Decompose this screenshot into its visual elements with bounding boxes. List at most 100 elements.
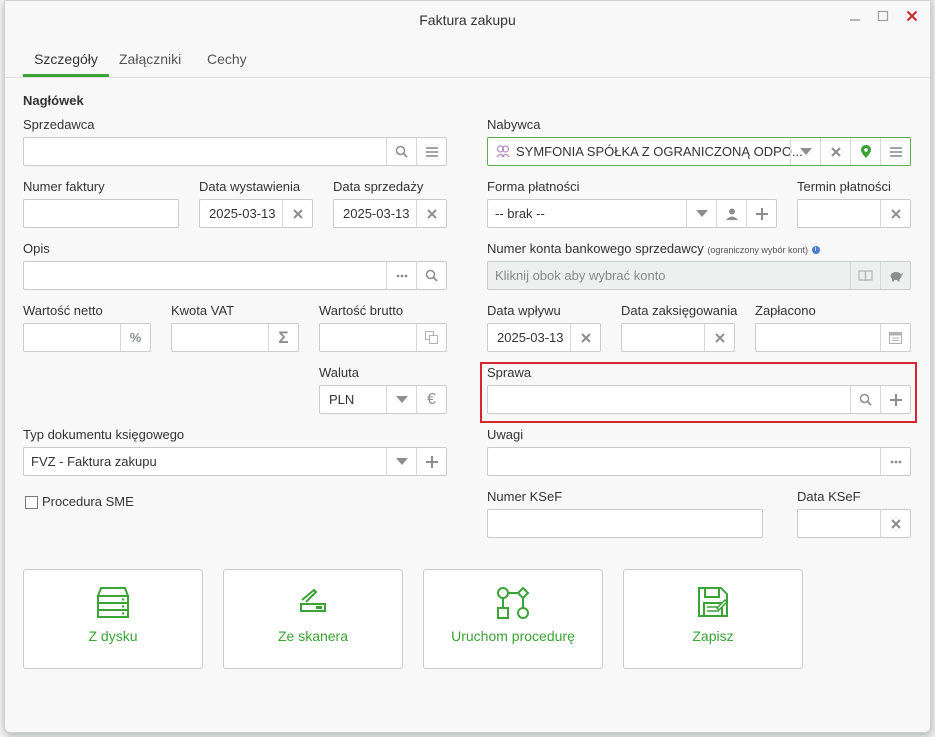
- gross-value-input[interactable]: [319, 323, 447, 352]
- piggy-bank-icon[interactable]: [880, 262, 910, 289]
- description-field[interactable]: [23, 261, 447, 290]
- save-label: Zapisz: [692, 628, 734, 644]
- tab-attachments[interactable]: Załączniki: [119, 41, 181, 77]
- calendar-icon[interactable]: [880, 324, 910, 351]
- invoice-number-label: Numer faktury: [23, 179, 105, 194]
- posting-date-label: Data zaksięgowania: [621, 303, 738, 318]
- bank-account-label-text: Numer konta bankowego sprzedawcy: [487, 241, 704, 256]
- sme-label: Procedura SME: [42, 494, 134, 509]
- save-button[interactable]: Zapisz: [623, 569, 803, 669]
- bank-account-label: Numer konta bankowego sprzedawcy (ograni…: [487, 241, 820, 256]
- from-disk-button[interactable]: Z dysku: [23, 569, 203, 669]
- from-scanner-button[interactable]: Ze skanera: [223, 569, 403, 669]
- run-procedure-button[interactable]: Uruchom procedurę: [423, 569, 603, 669]
- bank-account-note: (ograniczony wybór kont): [707, 245, 808, 255]
- doc-type-label: Typ dokumentu księgowego: [23, 427, 185, 442]
- payment-term-input[interactable]: [797, 199, 911, 228]
- net-value-input[interactable]: %: [23, 323, 151, 352]
- add-icon[interactable]: [880, 386, 910, 413]
- payment-form-value: -- brak --: [495, 206, 545, 221]
- percent-icon[interactable]: %: [120, 324, 150, 351]
- payment-form-select[interactable]: -- brak --: [487, 199, 777, 228]
- receipt-date-input[interactable]: 2025-03-13: [487, 323, 601, 352]
- issue-date-input[interactable]: 2025-03-13: [199, 199, 313, 228]
- info-icon[interactable]: i: [811, 245, 820, 254]
- clear-icon[interactable]: [704, 324, 734, 351]
- from-scanner-label: Ze skanera: [277, 628, 349, 644]
- buyer-label: Nabywca: [487, 117, 541, 132]
- calculator-icon[interactable]: [416, 324, 446, 351]
- doc-type-value: FVZ - Faktura zakupu: [31, 454, 157, 469]
- chevron-down-icon[interactable]: [686, 200, 716, 227]
- description-label: Opis: [23, 241, 50, 256]
- currency-select[interactable]: PLN €: [319, 385, 447, 414]
- clear-icon[interactable]: [570, 324, 600, 351]
- issue-date-value: 2025-03-13: [209, 206, 276, 221]
- menu-icon[interactable]: [416, 138, 446, 165]
- posting-date-input[interactable]: [621, 323, 735, 352]
- euro-icon[interactable]: €: [416, 386, 446, 413]
- person-icon[interactable]: [716, 200, 746, 227]
- flowchart-icon: [424, 586, 602, 620]
- vat-input[interactable]: Σ: [171, 323, 299, 352]
- clear-icon[interactable]: [416, 200, 446, 227]
- chevron-down-icon[interactable]: [386, 448, 416, 475]
- ksef-number-label: Numer KSeF: [487, 489, 563, 504]
- search-icon[interactable]: [416, 262, 446, 289]
- tab-features[interactable]: Cechy: [207, 41, 247, 77]
- sale-date-input[interactable]: 2025-03-13: [333, 199, 447, 228]
- buyer-field[interactable]: SYMFONIA SPÓŁKA Z OGRANICZONĄ ODPO...: [487, 137, 911, 166]
- paid-date-input[interactable]: [755, 323, 911, 352]
- minimize-icon[interactable]: [846, 9, 864, 27]
- doc-type-select[interactable]: FVZ - Faktura zakupu: [23, 447, 447, 476]
- clear-icon[interactable]: [880, 510, 910, 537]
- paid-label: Zapłacono: [755, 303, 816, 318]
- save-icon: [624, 586, 802, 618]
- ksef-date-input[interactable]: [797, 509, 911, 538]
- run-procedure-label: Uruchom procedurę: [451, 628, 575, 644]
- add-icon[interactable]: [416, 448, 446, 475]
- chevron-down-icon[interactable]: [790, 138, 820, 165]
- more-icon[interactable]: [386, 262, 416, 289]
- maximize-icon[interactable]: [874, 9, 892, 27]
- case-field[interactable]: [487, 385, 911, 414]
- notes-field[interactable]: [487, 447, 911, 476]
- title-bar: Faktura zakupu: [5, 1, 930, 37]
- receipt-date-label: Data wpływu: [487, 303, 561, 318]
- more-icon[interactable]: [880, 448, 910, 475]
- drive-icon: [24, 586, 202, 618]
- currency-label: Waluta: [319, 365, 359, 380]
- clear-icon[interactable]: [820, 138, 850, 165]
- payment-form-label: Forma płatności: [487, 179, 580, 194]
- menu-icon[interactable]: [880, 138, 910, 165]
- book-icon[interactable]: [850, 262, 880, 289]
- invoice-number-input[interactable]: [23, 199, 179, 228]
- section-header: Nagłówek: [23, 93, 84, 108]
- close-icon[interactable]: [903, 9, 921, 27]
- gross-value-label: Wartość brutto: [319, 303, 404, 318]
- issue-date-label: Data wystawienia: [199, 179, 301, 194]
- ksef-date-label: Data KSeF: [797, 489, 861, 504]
- ksef-number-input[interactable]: [487, 509, 763, 538]
- scanner-icon: [224, 586, 402, 616]
- seller-field[interactable]: [23, 137, 447, 166]
- chevron-down-icon[interactable]: [386, 386, 416, 413]
- sum-icon[interactable]: Σ: [268, 324, 298, 351]
- sale-date-value: 2025-03-13: [343, 206, 410, 221]
- search-icon[interactable]: [386, 138, 416, 165]
- search-icon[interactable]: [850, 386, 880, 413]
- add-icon[interactable]: [746, 200, 776, 227]
- receipt-date-value: 2025-03-13: [497, 330, 564, 345]
- company-icon: [496, 144, 510, 161]
- from-disk-label: Z dysku: [88, 628, 138, 644]
- case-label: Sprawa: [487, 365, 532, 380]
- clear-icon[interactable]: [282, 200, 312, 227]
- clear-icon[interactable]: [880, 200, 910, 227]
- net-value-label: Wartość netto: [23, 303, 103, 318]
- tab-details[interactable]: Szczegóły: [23, 41, 109, 77]
- tab-divider: [5, 77, 930, 78]
- sme-checkbox[interactable]: [25, 496, 38, 509]
- bank-account-field[interactable]: Kliknij obok aby wybrać konto: [487, 261, 911, 290]
- currency-value: PLN: [329, 392, 355, 407]
- location-pin-icon[interactable]: [850, 138, 880, 165]
